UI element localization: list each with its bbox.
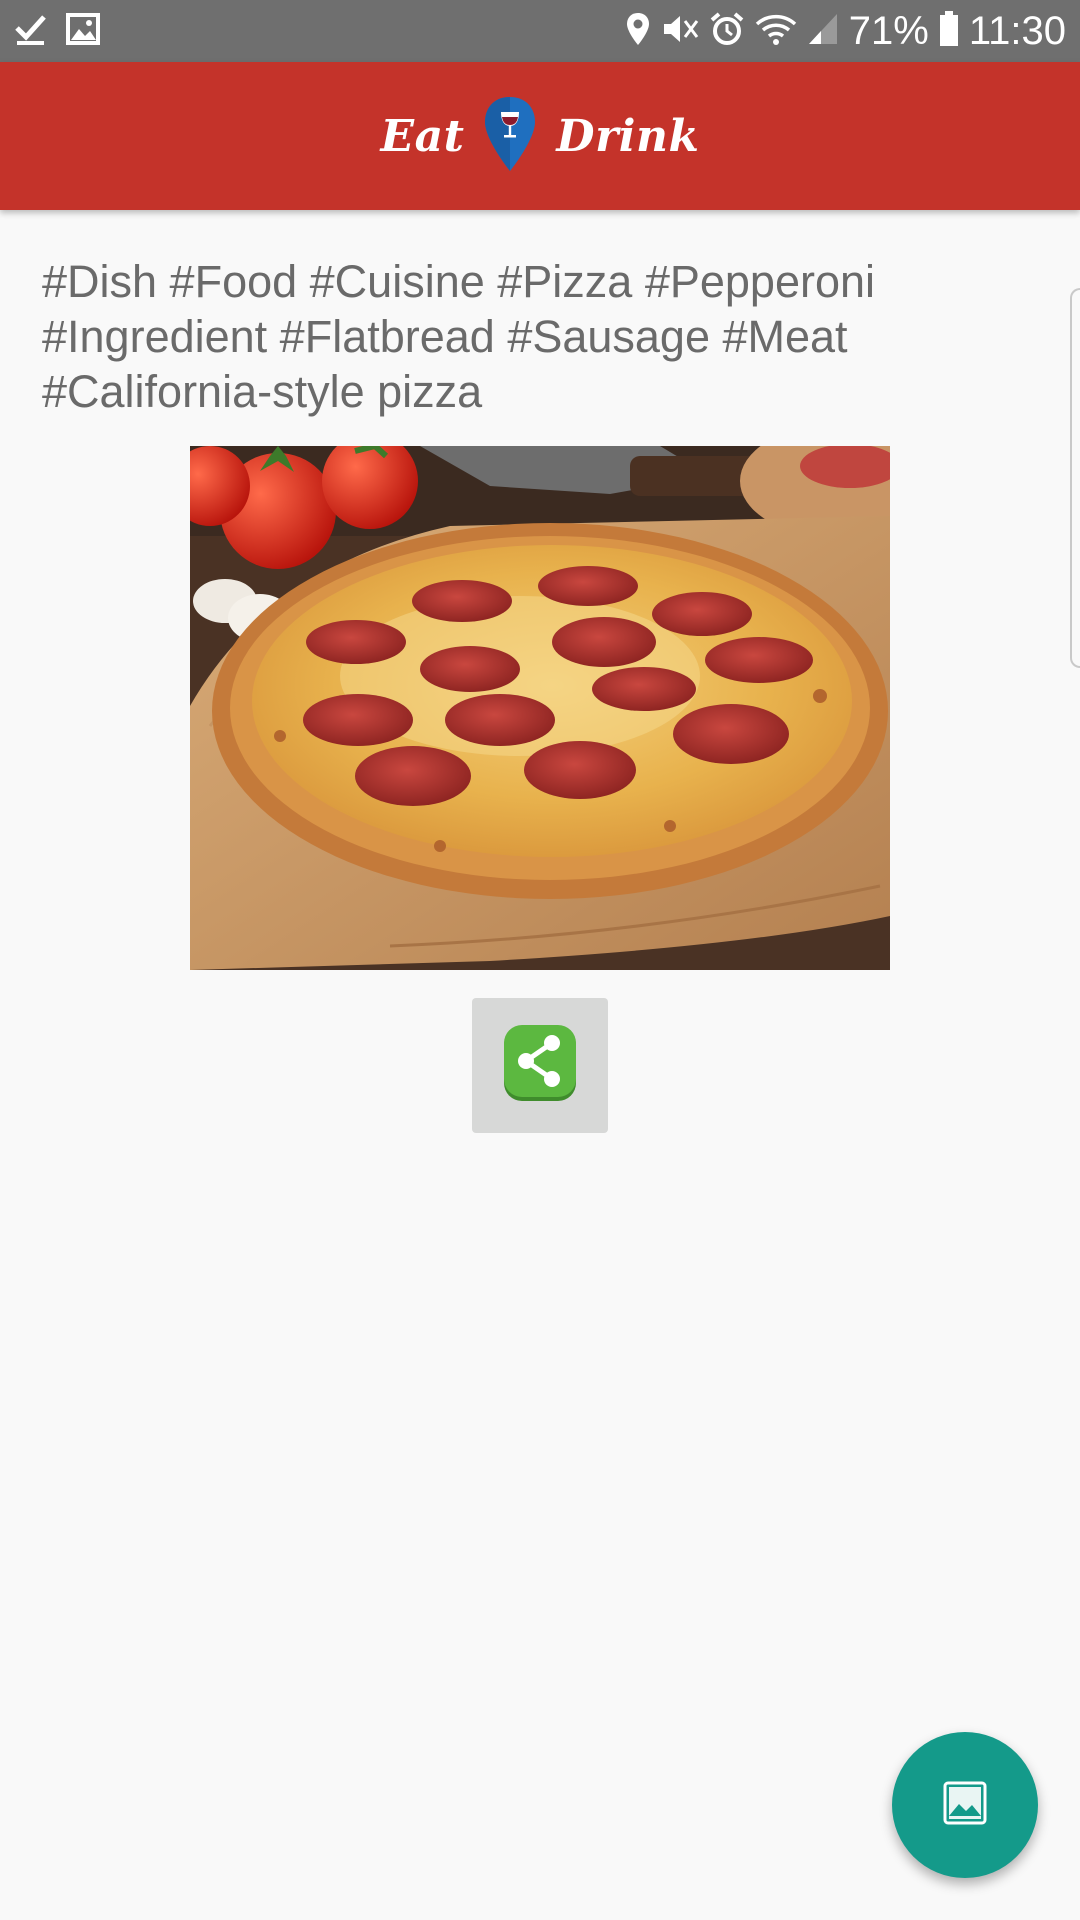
logo-text-eat: Eat xyxy=(380,110,465,162)
gallery-icon xyxy=(942,1780,988,1831)
pepperoni-pizza-photo xyxy=(190,446,890,970)
edge-panel-handle[interactable] xyxy=(1070,288,1080,668)
signal-icon xyxy=(807,12,839,51)
gallery-fab[interactable] xyxy=(892,1732,1038,1878)
logo-text-drink: Drink xyxy=(556,110,700,162)
check-icon xyxy=(14,12,48,51)
status-bar: 71% 11:30 xyxy=(0,0,1080,62)
battery-icon xyxy=(939,10,959,52)
app-logo: Eat Drink xyxy=(0,62,1080,210)
share-icon xyxy=(502,1023,578,1108)
map-pin-wine-icon xyxy=(482,95,538,178)
alarm-icon xyxy=(709,11,745,52)
app-bar: Eat Drink xyxy=(0,62,1080,210)
image-tags: #Dish #Food #Cuisine #Pizza #Pepperoni #… xyxy=(42,256,876,417)
battery-percent: 71% xyxy=(848,9,929,53)
share-button[interactable] xyxy=(472,998,608,1133)
wifi-icon xyxy=(755,12,797,51)
clock: 11:30 xyxy=(968,9,1066,53)
location-icon xyxy=(625,12,651,51)
image-icon xyxy=(66,12,100,50)
mute-icon xyxy=(661,12,699,51)
